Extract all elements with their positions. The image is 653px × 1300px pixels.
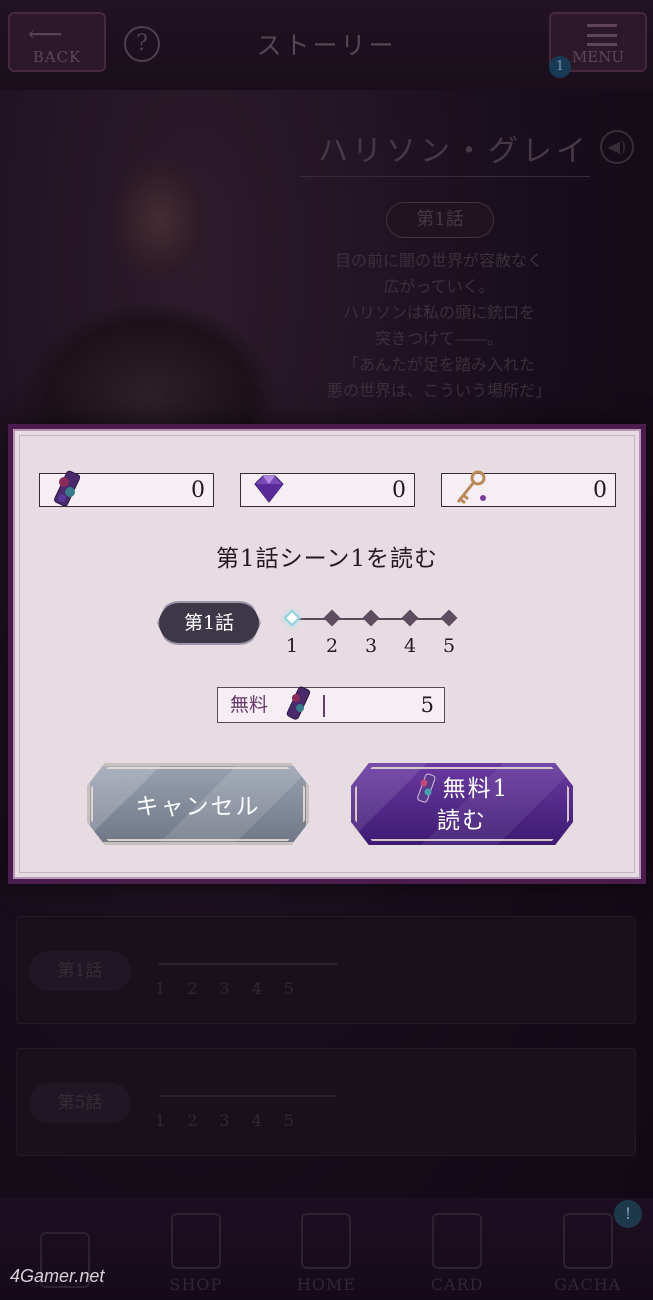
- scene-1-marker[interactable]: [283, 609, 301, 627]
- key-icon: [456, 470, 486, 505]
- free-ticket-counter: 無料 5: [217, 686, 445, 723]
- ticket-counter: 0: [39, 470, 214, 507]
- button-frame: [91, 767, 305, 841]
- scene-number: 1: [285, 635, 299, 657]
- scene-number: 5: [442, 635, 456, 657]
- scene-number: 4: [403, 635, 417, 657]
- key-counter: 0: [441, 470, 616, 507]
- ticket-icon: [286, 686, 311, 720]
- episode-label-chip: 第1話: [157, 601, 261, 645]
- button-frame: [355, 767, 569, 841]
- scene-3-marker[interactable]: [362, 609, 380, 627]
- scene-5-marker[interactable]: [440, 609, 458, 627]
- scene-number: 2: [325, 635, 339, 657]
- diamond-counter: 0: [240, 473, 415, 507]
- cancel-button[interactable]: キャンセル: [87, 763, 309, 845]
- ticket-icon: [54, 470, 81, 507]
- divider: [323, 695, 325, 717]
- read-free-button[interactable]: 無料1 読む: [351, 763, 573, 845]
- diamond-icon: [254, 475, 284, 503]
- diamond-count: 0: [392, 478, 406, 503]
- free-label: 無料: [230, 694, 269, 716]
- dialog-title: 第1話シーン1を読む: [215, 546, 439, 572]
- scene-4-marker[interactable]: [401, 609, 419, 627]
- key-count: 0: [593, 478, 607, 503]
- scene-selector: 1 2 3 4 5: [283, 605, 463, 665]
- ticket-count: 0: [191, 478, 205, 503]
- free-ticket-count: 5: [420, 693, 434, 717]
- read-scene-dialog: 0 0 0 第1話シーン1を読む 第1話 1 2 3 4 5 無料 5 キャンセ…: [8, 424, 646, 884]
- watermark: 4Gamer.net: [10, 1266, 105, 1286]
- scene-2-marker[interactable]: [323, 609, 341, 627]
- scene-number: 3: [364, 635, 378, 657]
